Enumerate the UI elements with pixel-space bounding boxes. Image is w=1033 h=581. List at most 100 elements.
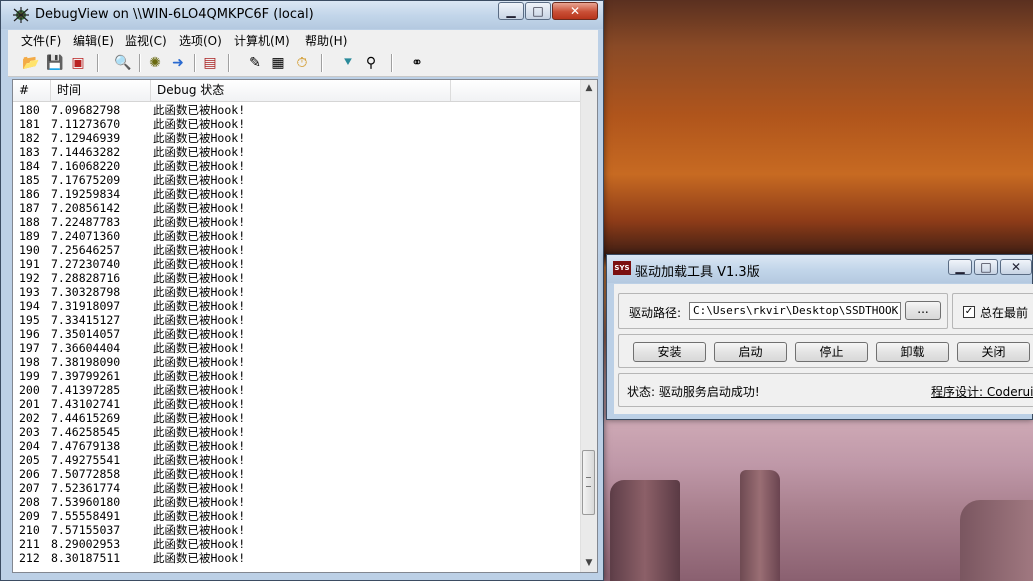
- list-row[interactable]: 186 7.19259834 此函数已被Hook!: [13, 187, 582, 201]
- list-row[interactable]: 211 8.29002953 此函数已被Hook!: [13, 537, 582, 551]
- row-message: 此函数已被Hook!: [153, 495, 246, 509]
- find-icon[interactable]: 🔍: [114, 54, 132, 72]
- close-button[interactable]: ✕: [552, 2, 598, 20]
- time-icon[interactable]: ⏱: [293, 54, 311, 72]
- list-row[interactable]: 196 7.35014057 此函数已被Hook!: [13, 327, 582, 341]
- list-row[interactable]: 182 7.12946939 此函数已被Hook!: [13, 131, 582, 145]
- minimize-button[interactable]: ▁: [498, 2, 524, 20]
- list-row[interactable]: 198 7.38198090 此函数已被Hook!: [13, 355, 582, 369]
- drv-maximize-button[interactable]: □: [974, 259, 998, 275]
- list-row[interactable]: 203 7.46258545 此函数已被Hook!: [13, 425, 582, 439]
- maximize-button[interactable]: □: [525, 2, 551, 20]
- list-row[interactable]: 184 7.16068220 此函数已被Hook!: [13, 159, 582, 173]
- list-row[interactable]: 183 7.14463282 此函数已被Hook!: [13, 145, 582, 159]
- list-row[interactable]: 204 7.47679138 此函数已被Hook!: [13, 439, 582, 453]
- row-number: 205: [19, 453, 40, 467]
- maximize-icon: □: [980, 260, 992, 274]
- list-row[interactable]: 200 7.41397285 此函数已被Hook!: [13, 383, 582, 397]
- list-row[interactable]: 185 7.17675209 此函数已被Hook!: [13, 173, 582, 187]
- column-header-number[interactable]: #: [13, 80, 51, 101]
- list-row[interactable]: 202 7.44615269 此函数已被Hook!: [13, 411, 582, 425]
- list-row[interactable]: 199 7.39799261 此函数已被Hook!: [13, 369, 582, 383]
- list-row[interactable]: 205 7.49275541 此函数已被Hook!: [13, 453, 582, 467]
- toolbar: 📂 💾 ▣ 🔍 ✺ ➜ ▤ ✎ ▦ ⏱ ⯆ ⚲ ⚭: [8, 50, 598, 77]
- toolbar-separator: [228, 54, 230, 72]
- column-header-debug-print[interactable]: Debug 状态: [151, 80, 451, 101]
- uninstall-button[interactable]: 卸载: [876, 342, 949, 362]
- row-number: 188: [19, 215, 40, 229]
- scroll-down-icon[interactable]: ▼: [581, 555, 597, 572]
- wallpaper-rock-formation-right: [960, 500, 1033, 581]
- start-button[interactable]: 启动: [714, 342, 787, 362]
- autoscroll-icon[interactable]: ➜: [169, 54, 187, 72]
- filter-icon[interactable]: ✎: [246, 54, 264, 72]
- row-number: 183: [19, 145, 40, 159]
- row-number: 198: [19, 355, 40, 369]
- clear-display-icon[interactable]: ▤: [201, 54, 219, 72]
- menu-edit[interactable]: 编辑(E): [73, 32, 114, 49]
- menu-options[interactable]: 选项(O): [179, 32, 222, 49]
- menu-file[interactable]: 文件(F): [21, 32, 61, 49]
- status-bar: 状态: 驱动服务启动成功! 程序设计: Coderui: [618, 373, 1033, 407]
- row-number: 191: [19, 257, 40, 271]
- row-number: 207: [19, 481, 40, 495]
- install-button[interactable]: 安装: [633, 342, 706, 362]
- list-row[interactable]: 181 7.11273670 此函数已被Hook!: [13, 117, 582, 131]
- list-row[interactable]: 209 7.55558491 此函数已被Hook!: [13, 509, 582, 523]
- browse-button[interactable]: ...: [905, 301, 941, 320]
- open-icon[interactable]: 📂: [22, 54, 40, 72]
- save-icon[interactable]: 💾: [46, 54, 64, 72]
- menu-computer[interactable]: 计算机(M): [234, 32, 290, 49]
- pin-icon[interactable]: ⚲: [362, 54, 380, 72]
- stop-button[interactable]: 停止: [795, 342, 868, 362]
- row-message: 此函数已被Hook!: [153, 257, 246, 271]
- list-row[interactable]: 201 7.43102741 此函数已被Hook!: [13, 397, 582, 411]
- driver-loader-titlebar[interactable]: SYS 驱动加载工具 V1.3版 ▁ □ ✕: [607, 255, 1032, 283]
- capture-icon[interactable]: ✺: [146, 54, 164, 72]
- list-row[interactable]: 187 7.20856142 此函数已被Hook!: [13, 201, 582, 215]
- row-number: 208: [19, 495, 40, 509]
- row-time: 7.47679138: [51, 439, 121, 453]
- list-row[interactable]: 212 8.30187511 此函数已被Hook!: [13, 551, 582, 565]
- row-time: 7.43102741: [51, 397, 121, 411]
- always-on-top-checkbox[interactable]: ✓: [963, 306, 975, 318]
- row-number: 200: [19, 383, 40, 397]
- row-number: 193: [19, 285, 40, 299]
- scrollbar-grip-icon: [586, 477, 591, 487]
- column-header-time[interactable]: 时间: [51, 80, 151, 101]
- list-row[interactable]: 207 7.52361774 此函数已被Hook!: [13, 481, 582, 495]
- list-row[interactable]: 188 7.22487783 此函数已被Hook!: [13, 215, 582, 229]
- list-row[interactable]: 206 7.50772858 此函数已被Hook!: [13, 467, 582, 481]
- history-icon[interactable]: ▦: [269, 54, 287, 72]
- search-binoculars-icon[interactable]: ⚭: [408, 54, 426, 72]
- list-row[interactable]: 195 7.33415127 此函数已被Hook!: [13, 313, 582, 327]
- list-row[interactable]: 193 7.30328798 此函数已被Hook!: [13, 285, 582, 299]
- list-row[interactable]: 189 7.24071360 此函数已被Hook!: [13, 229, 582, 243]
- list-row[interactable]: 197 7.36604404 此函数已被Hook!: [13, 341, 582, 355]
- clear-icon[interactable]: ▣: [69, 54, 87, 72]
- vertical-scrollbar[interactable]: ▲ ▼: [580, 80, 597, 572]
- list-row[interactable]: 180 7.09682798 此函数已被Hook!: [13, 103, 582, 117]
- row-message: 此函数已被Hook!: [153, 481, 246, 495]
- debug-output-list[interactable]: # 时间 Debug 状态 180 7.09682798 此函数已被Hook! 181…: [12, 79, 598, 573]
- drv-close-button[interactable]: ✕: [1000, 259, 1032, 275]
- menu-help[interactable]: 帮助(H): [305, 32, 347, 49]
- drv-minimize-button[interactable]: ▁: [948, 259, 972, 275]
- close-app-button[interactable]: 关闭: [957, 342, 1030, 362]
- minimize-icon: ▁: [955, 260, 965, 274]
- debugview-titlebar[interactable]: DebugView on \\WIN-6LO4QMKPC6F (local) ▁…: [1, 1, 603, 29]
- scrollbar-thumb[interactable]: [582, 450, 595, 515]
- list-row[interactable]: 208 7.53960180 此函数已被Hook!: [13, 495, 582, 509]
- list-row[interactable]: 192 7.28828716 此函数已被Hook!: [13, 271, 582, 285]
- list-row[interactable]: 210 7.57155037 此函数已被Hook!: [13, 523, 582, 537]
- highlight-icon[interactable]: ⯆: [339, 54, 357, 72]
- row-message: 此函数已被Hook!: [153, 551, 246, 565]
- list-row[interactable]: 191 7.27230740 此函数已被Hook!: [13, 257, 582, 271]
- list-row[interactable]: 190 7.25646257 此函数已被Hook!: [13, 243, 582, 257]
- menu-capture[interactable]: 监视(C): [125, 32, 167, 49]
- scroll-up-icon[interactable]: ▲: [581, 80, 597, 97]
- row-message: 此函数已被Hook!: [153, 145, 246, 159]
- list-row[interactable]: 194 7.31918097 此函数已被Hook!: [13, 299, 582, 313]
- driver-path-input[interactable]: C:\Users\rkvir\Desktop\SSDTHOOK.sy: [689, 302, 901, 320]
- driver-loader-window: SYS 驱动加载工具 V1.3版 ▁ □ ✕ 驱动路径: C:\Users\rk…: [606, 254, 1033, 420]
